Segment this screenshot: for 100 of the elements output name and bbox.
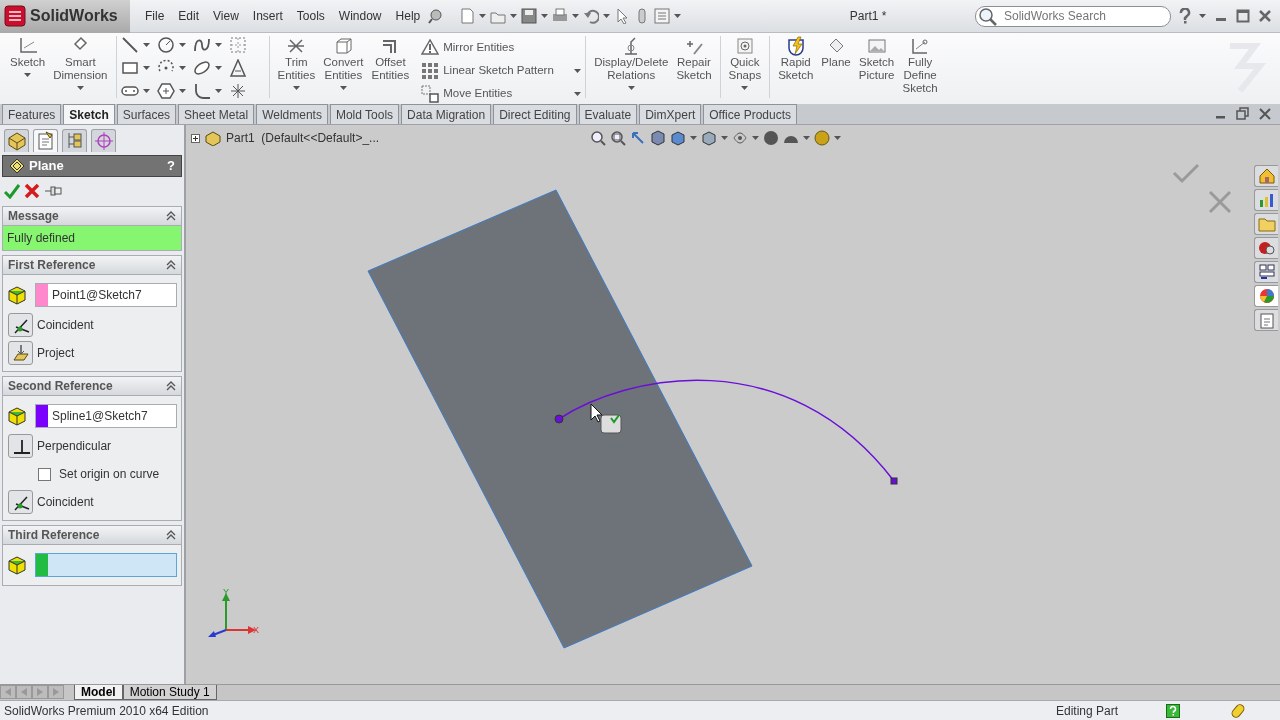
caret-icon[interactable] bbox=[178, 66, 186, 70]
command-tab[interactable]: Weldments bbox=[256, 104, 328, 124]
caret-icon[interactable] bbox=[214, 66, 222, 70]
reference-field[interactable]: Point1@Sketch7 bbox=[35, 283, 177, 307]
command-tab[interactable]: Sketch bbox=[63, 104, 115, 124]
caret-icon[interactable] bbox=[479, 14, 487, 18]
menu-item[interactable]: Edit bbox=[171, 5, 207, 27]
appearance-icon[interactable] bbox=[763, 130, 779, 146]
caret-icon[interactable] bbox=[721, 136, 728, 140]
constraint-toggle[interactable] bbox=[8, 313, 33, 337]
task-pane-tab[interactable] bbox=[1254, 285, 1278, 307]
line-icon[interactable] bbox=[120, 36, 139, 54]
reference-field[interactable]: Spline1@Sketch7 bbox=[35, 404, 177, 428]
caret-icon[interactable] bbox=[574, 68, 582, 73]
panel-tab[interactable] bbox=[91, 129, 116, 152]
fillet-icon[interactable] bbox=[192, 82, 211, 100]
constraint-toggle[interactable] bbox=[8, 434, 33, 458]
ribbon-button[interactable]: Repair Sketch bbox=[672, 36, 716, 82]
ribbon-list-button[interactable]: Linear Sketch Pattern bbox=[421, 59, 554, 82]
caret-icon[interactable] bbox=[834, 136, 841, 140]
confirm-check-icon[interactable] bbox=[1172, 163, 1200, 184]
caret-icon[interactable] bbox=[572, 14, 580, 18]
command-tab[interactable]: Features bbox=[2, 104, 62, 124]
caret-icon[interactable] bbox=[803, 136, 810, 140]
search-field[interactable]: SolidWorks Search bbox=[975, 5, 1171, 27]
sketch-plane[interactable] bbox=[367, 189, 753, 649]
rectangle-icon[interactable] bbox=[120, 59, 139, 77]
restore-icon[interactable] bbox=[1236, 107, 1250, 121]
help-icon[interactable] bbox=[1179, 8, 1191, 24]
ribbon-list-button[interactable]: Mirror Entities bbox=[421, 36, 515, 59]
caret-icon[interactable] bbox=[142, 43, 150, 47]
caret-icon[interactable] bbox=[690, 136, 697, 140]
previous-view-icon[interactable] bbox=[630, 130, 646, 146]
ribbon-button[interactable]: Smart Dimension bbox=[49, 36, 112, 90]
menu-item[interactable]: File bbox=[138, 5, 172, 27]
caret-icon[interactable] bbox=[541, 14, 549, 18]
command-tab[interactable]: Sheet Metal bbox=[178, 104, 255, 124]
rebuild-icon[interactable] bbox=[1230, 702, 1246, 719]
task-pane-tab[interactable] bbox=[1254, 237, 1278, 259]
command-tab[interactable]: Office Products bbox=[703, 104, 798, 124]
section-header[interactable]: Second Reference bbox=[3, 377, 181, 396]
help-icon[interactable] bbox=[1166, 703, 1180, 718]
constraint-toggle[interactable] bbox=[8, 341, 33, 365]
caret-icon[interactable] bbox=[214, 89, 222, 93]
model-tab[interactable]: Model bbox=[74, 685, 123, 700]
collapse-icon[interactable] bbox=[166, 211, 176, 221]
caret-icon[interactable] bbox=[510, 14, 518, 18]
caret-icon[interactable] bbox=[178, 43, 186, 47]
ribbon-button[interactable]: Plane bbox=[817, 36, 855, 69]
task-pane-tab[interactable] bbox=[1254, 261, 1278, 283]
section-header[interactable]: Message bbox=[3, 207, 181, 226]
caret-icon[interactable] bbox=[574, 91, 582, 96]
ribbon-button[interactable]: Sketch Picture bbox=[854, 36, 899, 82]
menu-item[interactable]: Tools bbox=[289, 5, 332, 27]
caret-icon[interactable] bbox=[603, 14, 611, 18]
caret-icon[interactable] bbox=[214, 43, 222, 47]
point-icon[interactable] bbox=[228, 82, 247, 100]
ribbon-button[interactable]: Convert Entities bbox=[319, 36, 368, 90]
polygon-icon[interactable] bbox=[156, 82, 175, 100]
checkbox[interactable] bbox=[38, 467, 51, 481]
spline-icon[interactable] bbox=[192, 36, 211, 54]
caret-icon[interactable] bbox=[674, 14, 682, 18]
collapse-icon[interactable] bbox=[166, 530, 176, 540]
letter-shape-icon[interactable] bbox=[228, 59, 247, 77]
spline-endpoint[interactable] bbox=[890, 477, 898, 485]
menu-item[interactable]: Window bbox=[331, 5, 389, 27]
cancel-x-icon[interactable] bbox=[24, 183, 40, 199]
caret-icon[interactable] bbox=[178, 89, 186, 93]
caret-icon[interactable] bbox=[752, 136, 759, 140]
close-icon[interactable] bbox=[1258, 9, 1272, 23]
caret-icon[interactable] bbox=[1199, 14, 1206, 18]
ribbon-button[interactable]: Rapid Sketch bbox=[774, 36, 818, 82]
menu-item[interactable]: View bbox=[206, 5, 246, 27]
ribbon-list-button[interactable]: Move Entities bbox=[421, 82, 513, 105]
command-tab[interactable]: Data Migration bbox=[401, 104, 492, 124]
ribbon-button[interactable]: Quick Snaps bbox=[724, 36, 766, 90]
caret-icon[interactable] bbox=[142, 89, 150, 93]
caret-icon[interactable] bbox=[142, 66, 150, 70]
undo-icon[interactable] bbox=[583, 8, 600, 24]
section-header[interactable]: Third Reference bbox=[3, 526, 181, 545]
panel-tab[interactable] bbox=[33, 129, 58, 152]
pushpin-icon[interactable] bbox=[44, 184, 62, 198]
print-icon[interactable] bbox=[552, 8, 569, 24]
command-tab[interactable]: DimXpert bbox=[639, 104, 702, 124]
close-icon[interactable] bbox=[1258, 107, 1272, 121]
reference-field[interactable] bbox=[35, 553, 177, 577]
command-tab[interactable]: Surfaces bbox=[116, 104, 177, 124]
collapse-icon[interactable] bbox=[166, 260, 176, 270]
display-style-icon[interactable] bbox=[701, 130, 717, 146]
ellipse-icon[interactable] bbox=[192, 59, 211, 77]
menu-item[interactable]: Insert bbox=[245, 5, 290, 27]
maximize-icon[interactable] bbox=[1236, 9, 1250, 23]
save-icon[interactable] bbox=[521, 8, 538, 24]
expand-icon[interactable] bbox=[191, 133, 200, 143]
model-tab[interactable]: Motion Study 1 bbox=[122, 685, 217, 700]
new-file-icon[interactable] bbox=[459, 8, 476, 24]
help-link[interactable]: ? bbox=[167, 156, 175, 176]
ok-check-icon[interactable] bbox=[4, 183, 20, 199]
ribbon-button[interactable]: Fully Define Sketch bbox=[898, 36, 942, 95]
panel-tab[interactable] bbox=[62, 129, 87, 152]
